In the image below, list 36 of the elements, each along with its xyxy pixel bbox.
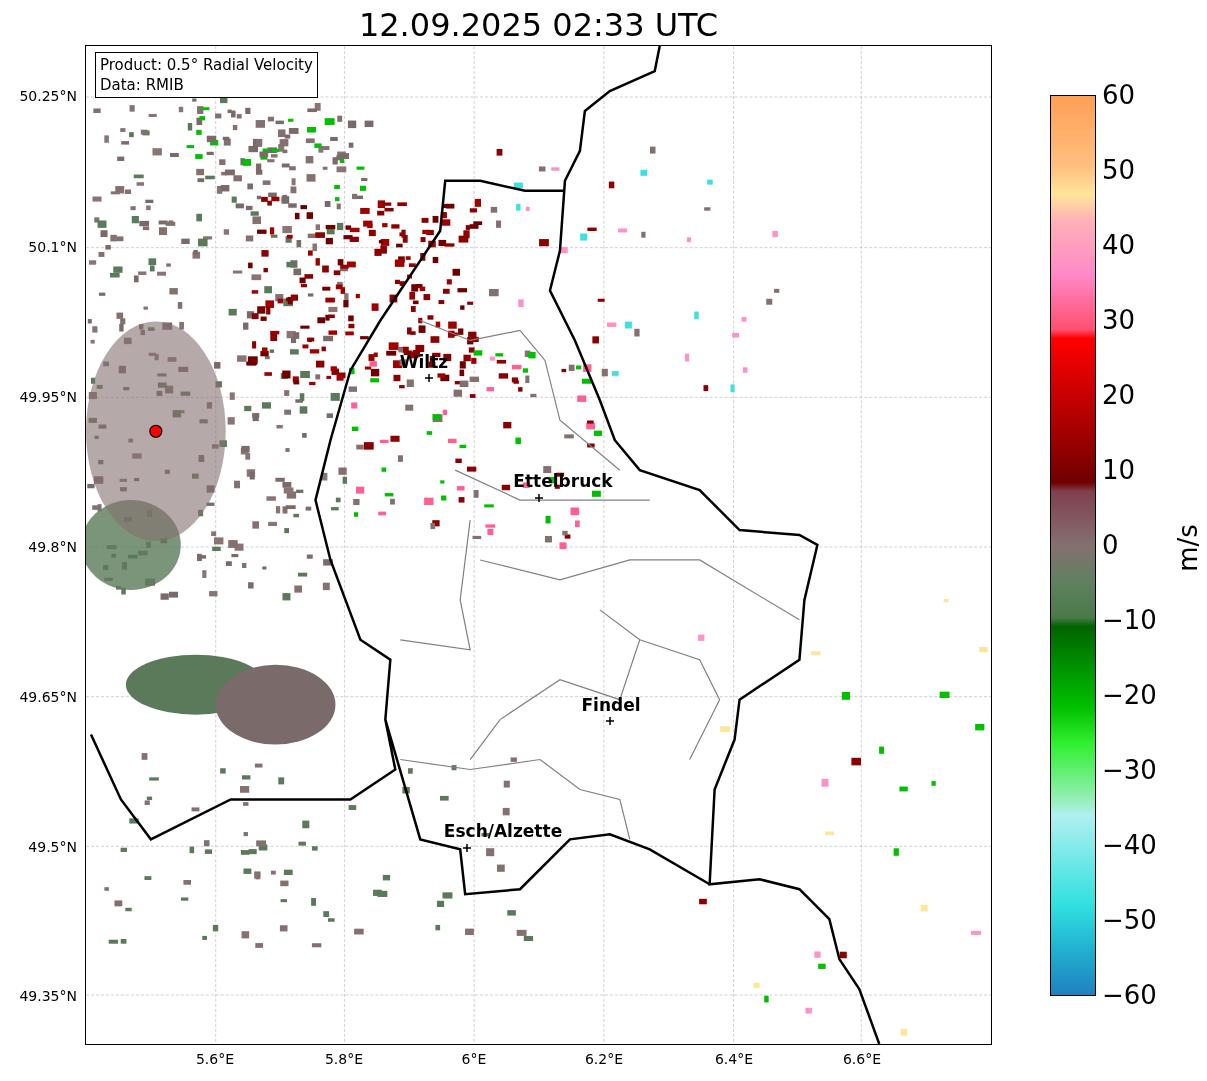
info-text: Data: RMIB — [100, 75, 185, 95]
latitude-tick-label: 49.5°N — [28, 839, 77, 855]
scale-tick-label: −40 — [1102, 830, 1157, 860]
city-label: Esch/Alzette — [443, 821, 563, 841]
info-text: Product: 0.5° Radial Velocity — [100, 55, 313, 75]
scale-tick-label: −20 — [1102, 680, 1157, 710]
longitude-tick-label: 6.6°E — [842, 1051, 882, 1067]
scale-tick-label: −50 — [1102, 905, 1157, 935]
scale-tick-label: 30 — [1102, 305, 1136, 335]
map-title: 12.09.2025 02:33 UTC — [358, 5, 719, 45]
latitude-tick-label: 49.35°N — [19, 988, 77, 1004]
city-marker-icon — [535, 494, 543, 502]
latitude-tick-label: 49.95°N — [19, 389, 77, 405]
scale-tick-label: 60 — [1102, 80, 1136, 110]
longitude-tick-label: 6.4°E — [714, 1051, 754, 1067]
latitude-tick-label: 50.1°N — [28, 239, 77, 255]
city-marker-icon — [425, 374, 433, 382]
scale-tick-label: −30 — [1102, 755, 1157, 785]
latitude-tick-label: 50.25°N — [19, 88, 77, 104]
longitude-tick-label: 5.6°E — [195, 1051, 235, 1067]
scale-tick-label: 40 — [1102, 230, 1136, 260]
scale-unit-label: m/s — [1172, 524, 1203, 572]
scale-tick-label: 20 — [1102, 380, 1136, 410]
latitude-tick-label: 49.65°N — [19, 689, 77, 705]
city-marker-icon — [606, 717, 614, 725]
latitude-tick-label: 49.8°N — [28, 539, 77, 555]
city-marker-icon — [463, 844, 471, 852]
longitude-tick-label: 6°E — [461, 1051, 487, 1067]
scale-tick-label: 10 — [1102, 455, 1136, 485]
scale-tick-label: 0 — [1102, 530, 1119, 560]
longitude-tick-label: 5.8°E — [324, 1051, 364, 1067]
longitude-tick-label: 6.2°E — [584, 1051, 624, 1067]
scale-tick-label: −10 — [1102, 605, 1157, 635]
city-label: Findel — [581, 695, 641, 715]
scale-tick-label: 50 — [1102, 155, 1136, 185]
scale-tick-label: −60 — [1102, 980, 1157, 1010]
